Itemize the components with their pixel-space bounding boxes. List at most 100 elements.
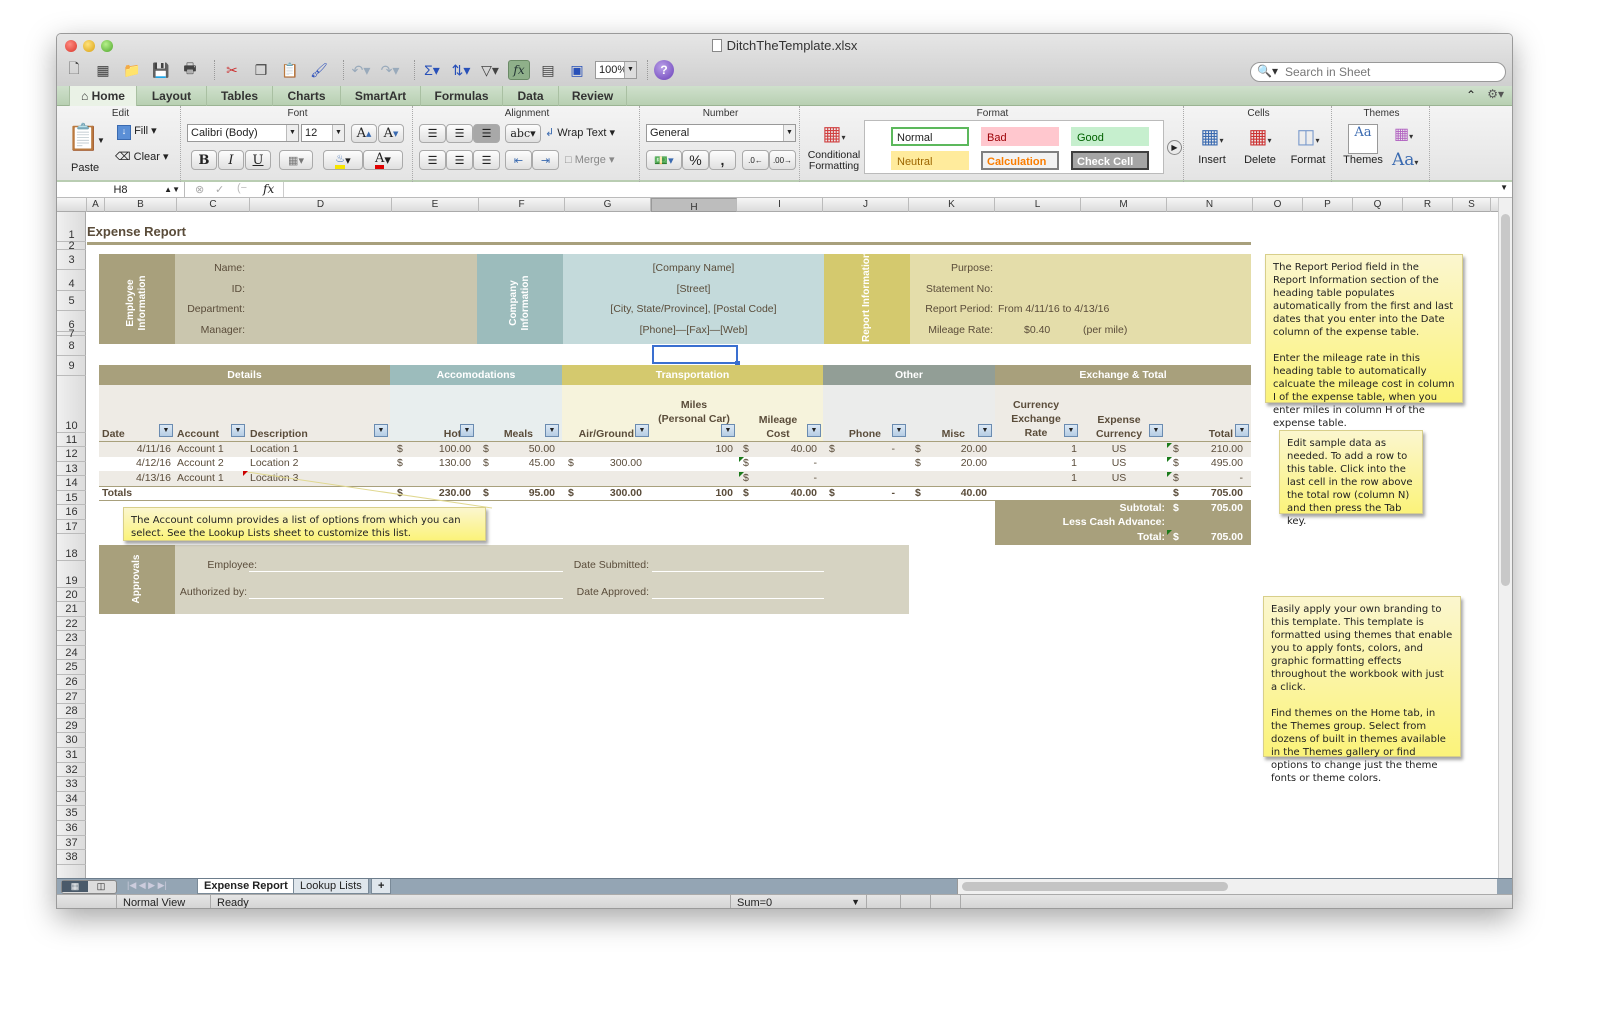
mileage-cost-cell[interactable]: - [759,457,818,469]
align-right-button[interactable]: ☰ [473,150,500,170]
row-header-25[interactable]: 25 [57,660,86,675]
account-filter-button[interactable]: ▼ [231,424,245,437]
account-cell[interactable]: Account 2 [177,457,224,469]
column-header-n[interactable]: N [1167,198,1253,212]
total-air[interactable]: 300.00 [584,487,642,499]
total-mileage-cost[interactable]: 40.00 [759,487,817,499]
tab-tables[interactable]: Tables [207,86,273,106]
exchange-rate-filter-button[interactable]: ▼ [1064,424,1078,437]
save-icon[interactable]: 💾 [150,60,172,80]
note-report-period[interactable]: The Report Period field in the Report In… [1265,254,1463,429]
row-header-21[interactable]: 21 [57,602,86,617]
mileage-cost-cell[interactable]: - [759,472,818,484]
total-total[interactable]: 705.00 [1187,487,1243,499]
account-cell[interactable]: Account 1 [177,472,224,484]
fill-color-button[interactable]: ♨ ▾ [323,150,363,170]
date-approved-line[interactable] [652,598,824,599]
expense-currency-cell[interactable]: US [1085,457,1153,469]
font-name-select[interactable]: Calibri (Body) ▼ [187,124,299,142]
description-cell[interactable]: Location 1 [250,443,298,455]
row-header-26[interactable]: 26 [57,675,86,690]
bold-button[interactable]: B [191,150,217,170]
column-header-f[interactable]: F [479,198,565,212]
shrink-font-button[interactable]: A ▼ [378,124,404,143]
italic-button[interactable]: I [218,150,244,170]
meals-cell[interactable]: 50.00 [499,443,555,455]
mileage-cost-cell[interactable]: 40.00 [759,443,817,455]
theme-colors-icon[interactable]: ▦▾ [1394,124,1413,144]
row-header-8[interactable]: 8 [57,336,86,356]
air-ground-filter-button[interactable]: ▼ [635,424,649,437]
date-cell[interactable]: 4/11/16 [99,443,171,455]
format-painter-icon[interactable]: 🖌 [308,60,330,80]
theme-fonts-button[interactable]: Aa▾ [1392,150,1418,170]
decrease-indent-button[interactable]: ⇤ [505,150,532,170]
total-cell[interactable]: - [1187,472,1244,484]
column-header-c[interactable]: C [177,198,250,212]
row-header-28[interactable]: 28 [57,704,86,719]
insert-button[interactable]: ▦▾ Insert [1190,124,1234,166]
row-header-2[interactable]: 2 [57,241,86,252]
misc-filter-button[interactable]: ▼ [978,424,992,437]
row-header-35[interactable]: 35 [57,806,86,821]
style-normal[interactable]: Normal [891,127,969,146]
insert-function-icon[interactable]: fx [263,182,274,196]
new-icon[interactable]: 🗋 [63,60,85,80]
date-cell[interactable]: 4/13/16 [99,472,171,484]
horizontal-scroll-thumb[interactable] [962,882,1228,891]
formula-input[interactable] [283,182,1498,197]
row-header-9[interactable]: 9 [57,356,86,376]
date-filter-button[interactable]: ▼ [159,424,173,437]
row-header-24[interactable]: 24 [57,646,86,661]
themes-button[interactable]: Aa Themes [1340,124,1386,166]
sheet-tab-lookup-lists[interactable]: Lookup Lists [293,879,369,894]
font-size-select[interactable]: 12 ▼ [301,124,345,142]
row-header-20[interactable]: 20 [57,588,86,602]
note-branding[interactable]: Easily apply your own branding to this t… [1263,596,1461,784]
note-edit-data[interactable]: Edit sample data as needed. To add a row… [1279,430,1423,527]
align-left-button[interactable]: ☰ [419,150,446,170]
vertical-scrollbar[interactable] [1498,198,1512,878]
expense-currency-filter-button[interactable]: ▼ [1149,424,1163,437]
tab-review[interactable]: Review [559,86,627,106]
tab-layout[interactable]: Layout [137,86,207,106]
hotel-cell[interactable]: 100.00 [413,443,471,455]
sort-icon[interactable]: ⇅▾ [450,60,472,80]
phone-filter-button[interactable]: ▼ [892,424,906,437]
column-header-o[interactable]: O [1253,198,1303,212]
exchange-rate-cell[interactable]: 1 [1001,472,1077,484]
formula-builder-icon[interactable]: fx [508,60,530,80]
style-calculation[interactable]: Calculation [981,151,1059,170]
row-header-16[interactable]: 16 [57,505,86,520]
cancel-formula-icon[interactable]: ⊗ [195,183,204,196]
exchange-rate-cell[interactable]: 1 [1001,443,1077,455]
report-period-value[interactable]: From 4/11/16 to 4/13/16 [998,303,1109,315]
number-format-select[interactable]: General ▼ [646,124,796,142]
description-cell[interactable]: Location 2 [250,457,298,469]
company-contact[interactable]: [Phone]—[Fax]—[Web] [563,324,824,336]
total-cell[interactable]: 210.00 [1187,443,1243,455]
column-header-d[interactable]: D [250,198,392,212]
row-header-13[interactable]: 13 [57,462,86,476]
row-header-34[interactable]: 34 [57,792,86,807]
total-cell[interactable]: 495.00 [1187,457,1243,469]
undo-icon[interactable]: ↶▾ [350,60,372,80]
date-submitted-line[interactable] [652,571,824,572]
column-header-m[interactable]: M [1081,198,1167,212]
column-header-q[interactable]: Q [1353,198,1403,212]
row-header-14[interactable]: 14 [57,476,86,491]
row-header-23[interactable]: 23 [57,631,86,646]
orientation-button[interactable]: abc ▾ [505,124,541,143]
media-browser-icon[interactable]: ▣ [566,60,588,80]
miles-cell[interactable]: 100 [657,443,733,455]
column-header-a[interactable]: A [87,198,105,212]
paste-dropdown-icon[interactable]: ▼ [97,136,105,145]
column-header-s[interactable]: S [1453,198,1491,212]
total-miles[interactable]: 100 [657,487,733,499]
note-account[interactable]: The Account column provides a list of op… [123,507,486,541]
row-header-5[interactable]: 5 [57,291,86,311]
horizontal-scrollbar[interactable] [957,879,1497,894]
align-center-button[interactable]: ☰ [446,150,473,170]
fill-button[interactable]: ↓ Fill ▾ [117,124,157,140]
total-phone[interactable]: - [845,487,896,499]
